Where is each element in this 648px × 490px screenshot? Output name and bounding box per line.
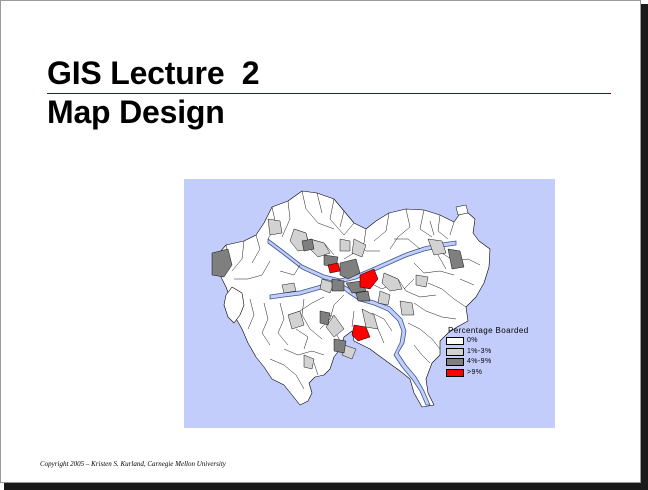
map-panel: Percentage Boarded 0% 1%-3% 4%-9% >9% (184, 179, 555, 428)
legend-item: 0% (446, 336, 558, 347)
copyright-footer: Copyright 2005 – Kristen S. Kurland, Car… (40, 460, 226, 468)
slide-title: GIS Lecture 2 (47, 55, 260, 91)
legend-title: Percentage Boarded (448, 326, 529, 335)
legend-swatch (446, 358, 464, 366)
slide-subtitle: Map Design (47, 94, 225, 130)
legend-label: 0% (467, 337, 478, 344)
legend-label: 4%-9% (467, 358, 492, 365)
neighborhood-map (211, 190, 491, 408)
legend-label: 1%-3% (467, 347, 492, 355)
legend-swatch (446, 347, 464, 356)
legend-item: >9% (446, 368, 558, 379)
legend-item: 1%-3% (446, 347, 558, 358)
legend-swatch (446, 337, 464, 345)
legend-item: 4%-9% (446, 357, 558, 368)
legend-label: >9% (467, 368, 483, 376)
slide-shadow-bottom (4, 483, 648, 490)
slide-shadow-right (641, 4, 648, 490)
legend-swatch (446, 368, 464, 377)
map-legend: Percentage Boarded 0% 1%-3% 4%-9% >9% (446, 326, 558, 379)
